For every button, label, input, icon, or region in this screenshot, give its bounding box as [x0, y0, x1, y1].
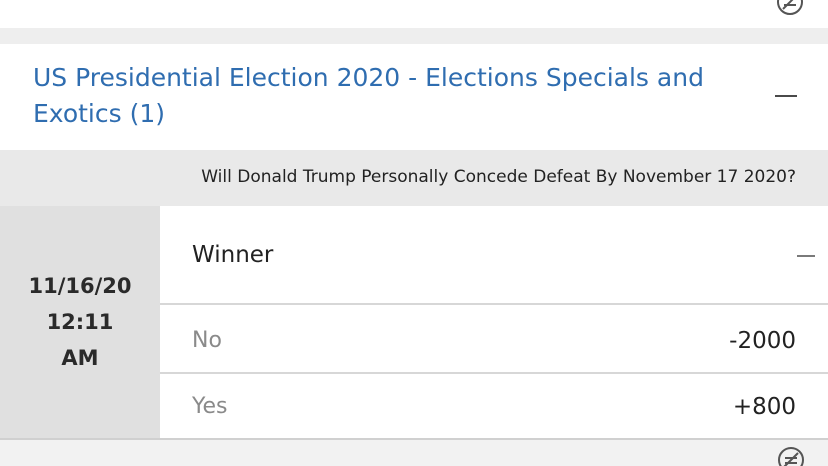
section-title[interactable]: US Presidential Election 2020 - Election…	[33, 60, 753, 132]
betting-page: US Presidential Election 2020 - Election…	[0, 0, 828, 466]
event-time: 12:11	[46, 310, 114, 334]
next-section-strip	[0, 440, 828, 466]
outcome-row-yes[interactable]: Yes +800	[160, 373, 828, 439]
outcome-odds[interactable]: -2000	[729, 327, 796, 355]
event-meridiem: AM	[61, 346, 99, 370]
divider	[160, 303, 828, 305]
event-date: 11/16/20	[28, 274, 132, 298]
previous-section-strip	[0, 0, 828, 28]
event-question: Will Donald Trump Personally Concede Def…	[201, 167, 796, 187]
minus-icon[interactable]	[797, 255, 815, 257]
outcome-name: No	[192, 328, 222, 353]
minus-icon[interactable]	[775, 95, 797, 97]
no-bet-circle-icon[interactable]	[776, 0, 804, 16]
event-datetime: 11/16/20 12:11 AM	[0, 206, 160, 438]
outcome-name: Yes	[192, 394, 228, 419]
outcome-row-no[interactable]: No -2000	[160, 307, 828, 373]
outcome-odds[interactable]: +800	[733, 393, 796, 421]
market-panel: Winner No -2000 Yes +800	[160, 206, 828, 438]
market-title[interactable]: Winner	[192, 241, 273, 269]
section-gap	[0, 28, 828, 44]
no-bet-circle-icon[interactable]	[777, 446, 805, 466]
